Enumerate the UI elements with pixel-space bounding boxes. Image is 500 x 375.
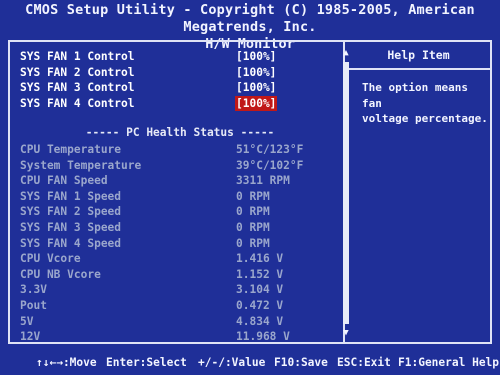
health-row: SYS FAN 4 Speed 0 RPM bbox=[20, 236, 340, 251]
system-temperature-label: System Temperature bbox=[20, 158, 142, 172]
sys-fan-2-control-value[interactable]: [100%] bbox=[236, 65, 276, 80]
cpu-nb-vcore-value: 1.152 V bbox=[236, 267, 284, 281]
sys-fan-4-speed-label: SYS FAN 4 Speed bbox=[20, 236, 122, 250]
sys-fan-3-control-row[interactable]: SYS FAN 3 Control [100%] bbox=[20, 80, 340, 95]
12v-label: 12V bbox=[20, 330, 41, 344]
3v3-value: 3.104 V bbox=[236, 283, 284, 297]
sys-fan-4-control-row[interactable]: SYS FAN 4 Control [100%] bbox=[20, 95, 340, 111]
sys-fan-2-speed-value: 0 RPM bbox=[236, 205, 270, 219]
scrollbar-thumb[interactable] bbox=[343, 62, 349, 324]
sys-fan-3-control-label: SYS FAN 3 Control bbox=[20, 81, 135, 94]
sys-fan-2-speed-label: SYS FAN 2 Speed bbox=[20, 205, 122, 219]
cpu-temperature-label: CPU Temperature bbox=[20, 143, 122, 156]
bios-title: CMOS Setup Utility - Copyright (C) 1985-… bbox=[25, 2, 475, 35]
key-hints-bar: ↑↓←→:Move Enter:Select +/-/:Value F10:Sa… bbox=[0, 352, 500, 375]
health-row: Pout 0.472 V bbox=[20, 298, 340, 313]
cpu-temperature-value: 51°C/123°F bbox=[236, 143, 304, 156]
sys-fan-1-control-value[interactable]: [100%] bbox=[236, 49, 276, 64]
sys-fan-2-control-label: SYS FAN 2 Control bbox=[20, 65, 135, 79]
3v3-label: 3.3V bbox=[20, 283, 47, 297]
bios-header: CMOS Setup Utility - Copyright (C) 1985-… bbox=[0, 0, 500, 52]
5v-label: 5V bbox=[20, 314, 34, 328]
health-row: 3.3V 3.104 V bbox=[20, 282, 340, 297]
cpu-nb-vcore-label: CPU NB Vcore bbox=[20, 267, 101, 281]
pout-label: Pout bbox=[20, 299, 47, 312]
sys-fan-4-speed-value: 0 RPM bbox=[236, 236, 270, 250]
health-row: SYS FAN 1 Speed 0 RPM bbox=[20, 189, 340, 204]
sys-fan-2-control-row[interactable]: SYS FAN 2 Control [100%] bbox=[20, 65, 340, 80]
cpu-fan-speed-value: 3311 RPM bbox=[236, 174, 290, 188]
hint-select: Enter:Select bbox=[106, 356, 187, 369]
pc-health-status-heading: ----- PC Health Status ----- bbox=[85, 126, 275, 139]
health-row: CPU Temperature 51°C/123°F bbox=[20, 142, 340, 157]
cpu-fan-speed-label: CPU FAN Speed bbox=[20, 174, 108, 188]
sys-fan-1-speed-label: SYS FAN 1 Speed bbox=[20, 189, 122, 203]
sys-fan-3-speed-value: 0 RPM bbox=[236, 221, 270, 234]
sys-fan-3-control-value[interactable]: [100%] bbox=[236, 80, 276, 95]
pout-value: 0.472 V bbox=[236, 299, 284, 312]
help-item-text: The option means fan voltage percentage. bbox=[362, 81, 488, 125]
sys-fan-1-control-label: SYS FAN 1 Control bbox=[20, 50, 135, 63]
sys-fan-1-control-row[interactable]: SYS FAN 1 Control [100%] bbox=[20, 49, 340, 64]
cpu-vcore-value: 1.416 V bbox=[236, 252, 284, 266]
cpu-vcore-label: CPU Vcore bbox=[20, 252, 81, 266]
5v-value: 4.834 V bbox=[236, 314, 284, 328]
system-temperature-value: 39°C/102°F bbox=[236, 158, 304, 172]
sys-fan-4-control-value-selected[interactable]: [100%] bbox=[235, 95, 278, 111]
health-row: CPU NB Vcore 1.152 V bbox=[20, 267, 340, 282]
12v-value: 11.968 V bbox=[236, 330, 290, 344]
help-item-title: Help Item bbox=[387, 48, 450, 62]
hint-value: +/-/:Value bbox=[198, 356, 266, 369]
hint-save: F10:Save bbox=[274, 356, 328, 369]
scroll-up-arrow-icon[interactable]: ▲ bbox=[341, 48, 351, 58]
scroll-down-arrow-icon[interactable]: ▼ bbox=[341, 328, 351, 338]
health-row: 12V 11.968 V bbox=[20, 329, 340, 344]
sys-fan-4-control-label: SYS FAN 4 Control bbox=[20, 96, 135, 110]
scrollbar[interactable]: ▲ ▼ bbox=[341, 48, 351, 338]
sys-fan-1-speed-value: 0 RPM bbox=[236, 189, 270, 203]
health-row: CPU Vcore 1.416 V bbox=[20, 251, 340, 266]
hint-move: ↑↓←→:Move bbox=[36, 356, 97, 369]
health-row: System Temperature 39°C/102°F bbox=[20, 158, 340, 173]
hint-general-help: F1:General Help bbox=[398, 356, 500, 369]
help-divider bbox=[345, 68, 492, 70]
hint-exit: ESC:Exit bbox=[337, 356, 391, 369]
sys-fan-3-speed-label: SYS FAN 3 Speed bbox=[20, 221, 122, 234]
health-row: SYS FAN 2 Speed 0 RPM bbox=[20, 204, 340, 219]
health-row: CPU FAN Speed 3311 RPM bbox=[20, 173, 340, 188]
health-row: SYS FAN 3 Speed 0 RPM bbox=[20, 220, 340, 235]
health-row: 5V 4.834 V bbox=[20, 314, 340, 329]
